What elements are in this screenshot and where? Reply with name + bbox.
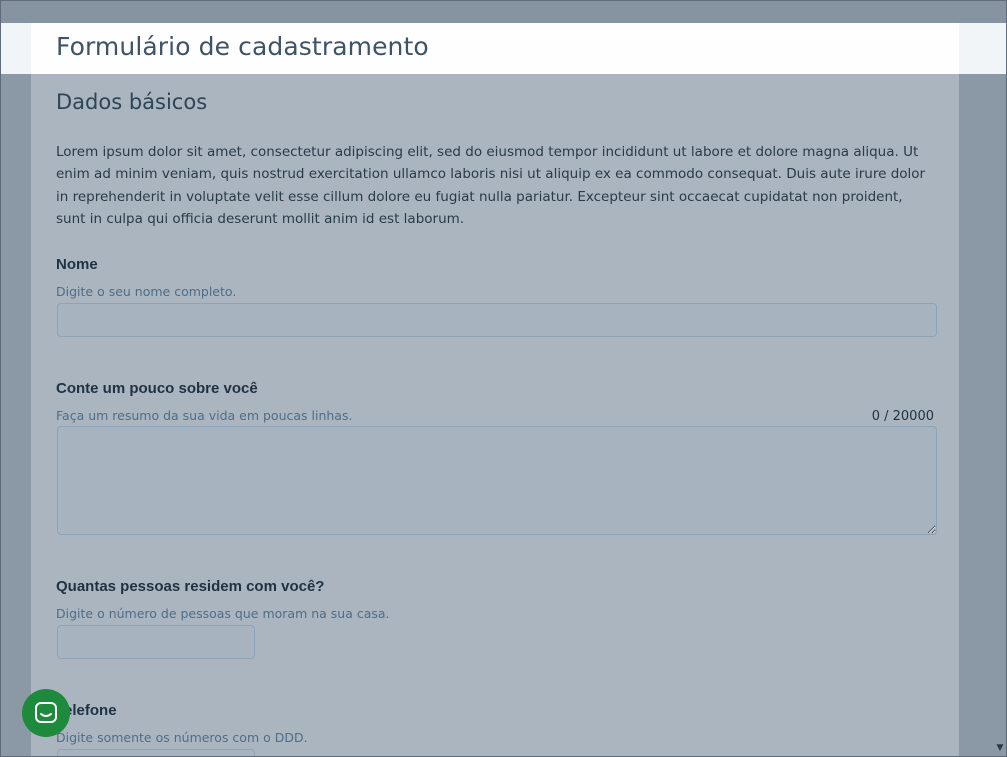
nome-help: Digite o seu nome completo. [56,284,237,299]
chat-bubble-icon [35,702,57,723]
nome-label: Nome [56,256,98,273]
app-window: Formulário de cadastramento Dados básico… [0,0,1007,757]
nome-input[interactable] [57,303,937,337]
section-intro: Lorem ipsum dolor sit amet, consectetur … [56,144,926,227]
pessoas-input[interactable] [57,625,255,659]
arrow-down-icon[interactable]: ▼ [995,743,1005,753]
sobre-label: Conte um pouco sobre você [56,380,258,397]
sobre-help: Faça um resumo da sua vida em poucas lin… [56,408,353,423]
section-title: Dados básicos [56,90,208,114]
top-strip [1,1,1006,23]
pessoas-label: Quantas pessoas residem com você? [56,578,325,595]
page-title: Formulário de cadastramento [56,32,429,61]
char-counter: 0 / 20000 [871,409,934,424]
left-margin [1,23,31,756]
chat-launcher-button[interactable] [22,689,70,737]
right-margin [959,23,1006,756]
telefone-help: Digite somente os números com o DDD. [56,730,308,745]
sobre-textarea[interactable] [57,426,937,535]
pessoas-help: Digite o número de pessoas que moram na … [56,606,390,621]
telefone-input[interactable] [57,749,255,756]
